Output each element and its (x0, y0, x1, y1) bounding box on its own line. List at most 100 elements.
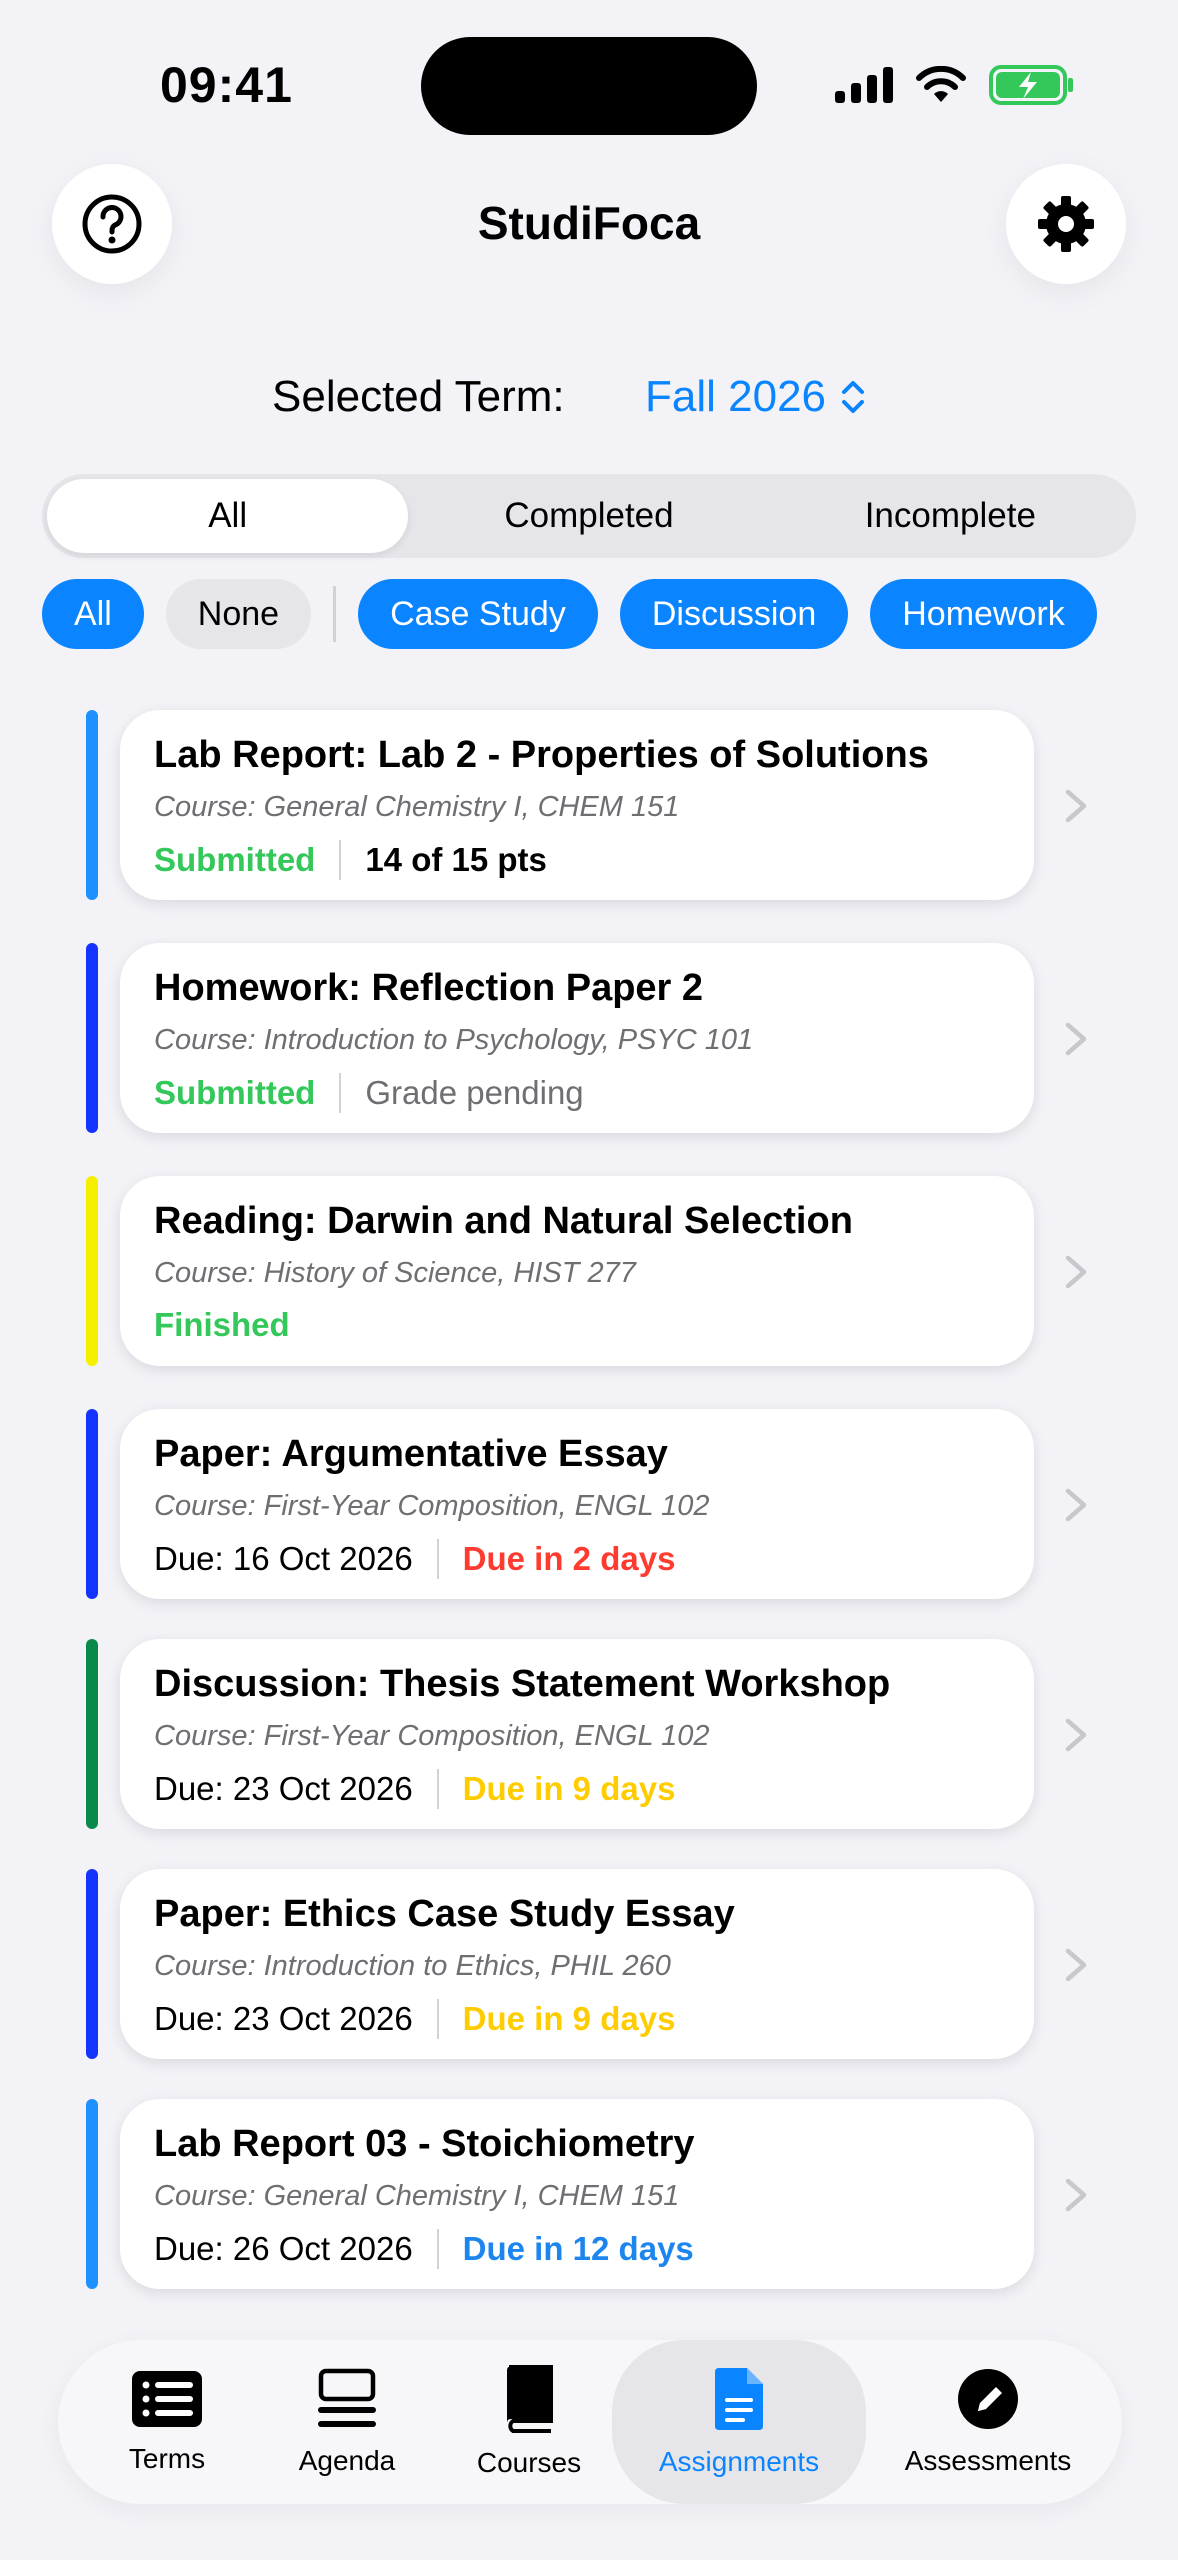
submission-status: Submitted (154, 1074, 316, 1111)
chip-discussion[interactable]: Discussion (619, 579, 849, 649)
due-date: Due: 23 Oct 2026 (154, 1770, 413, 1807)
assignment-course: Course: First-Year Composition, ENGL 102 (154, 1490, 710, 1522)
assignment-meta: Due: 23 Oct 2026 Due in 9 days (154, 1769, 1002, 1809)
grade-status: Grade pending (365, 1074, 584, 1111)
assignment-card[interactable]: Discussion: Thesis Statement Workshop Co… (120, 1639, 1034, 1829)
meta-divider (436, 2229, 439, 2269)
book-icon (507, 2365, 553, 2433)
gear-icon (1038, 196, 1094, 252)
assignment-course: Course: General Chemistry I, CHEM 151 (154, 791, 680, 823)
app-screen: 09:41 StudiFoca Selected Term: Fall 2026… (0, 0, 1178, 2560)
segment-all[interactable]: All (47, 479, 409, 553)
tab-label: Courses (476, 2447, 582, 2478)
tab-terms[interactable]: Terms (92, 2340, 242, 2504)
tab-label: Assignments (658, 2446, 820, 2477)
list-icon (132, 2371, 202, 2427)
dynamic-island (421, 37, 757, 135)
chip-case-study[interactable]: Case Study (358, 579, 598, 649)
due-date: Due: 26 Oct 2026 (154, 2230, 413, 2267)
segment-incomplete[interactable]: Incomplete (770, 479, 1131, 553)
course-color-stripe (86, 2099, 98, 2289)
chip-homework[interactable]: Homework (870, 579, 1097, 649)
assignment-row[interactable]: Paper: Argumentative Essay Course: First… (0, 1409, 1178, 1599)
tab-assignments[interactable]: Assignments (612, 2340, 866, 2504)
assignment-meta: Due: 26 Oct 2026 Due in 12 days (154, 2229, 1002, 2269)
chevron-right-icon (1065, 1948, 1087, 1982)
assignment-row[interactable]: Reading: Darwin and Natural Selection Co… (0, 1176, 1178, 1366)
tab-bar: Terms Agenda Courses Assignments Assessm… (58, 2340, 1122, 2504)
term-label: Selected Term: (272, 372, 565, 421)
status-time: 09:41 (160, 57, 293, 113)
chevron-up-down-icon (842, 381, 865, 413)
assignment-title: Homework: Reflection Paper 2 (154, 967, 704, 1009)
term-selector-row: Selected Term: Fall 2026 (0, 372, 1178, 432)
due-countdown: Due in 2 days (462, 1540, 676, 1577)
assignment-card[interactable]: Paper: Argumentative Essay Course: First… (120, 1409, 1034, 1599)
assignment-course: Course: General Chemistry I, CHEM 151 (154, 2180, 680, 2212)
assignment-title: Paper: Argumentative Essay (154, 1433, 668, 1475)
assignment-card[interactable]: Homework: Reflection Paper 2 Course: Int… (120, 943, 1034, 1133)
assignment-title: Reading: Darwin and Natural Selection (154, 1200, 853, 1242)
tab-label: Terms (128, 2443, 206, 2474)
term-picker[interactable]: Fall 2026 (645, 372, 866, 422)
chevron-right-icon (1065, 789, 1087, 823)
assignment-title: Lab Report 03 - Stoichiometry (154, 2123, 695, 2165)
assignment-course: Course: Introduction to Psychology, PSYC… (154, 1024, 754, 1056)
tab-agenda[interactable]: Agenda (272, 2340, 422, 2504)
chip-divider (333, 586, 337, 642)
status-icons (835, 62, 1075, 108)
status-bar: 09:41 (0, 0, 1178, 150)
term-value: Fall 2026 (645, 372, 827, 421)
assignment-row[interactable]: Paper: Ethics Case Study Essay Course: I… (0, 1869, 1178, 2059)
meta-divider (436, 1539, 439, 1579)
wifi-icon (916, 66, 966, 102)
assignment-row[interactable]: Lab Report 03 - Stoichiometry Course: Ge… (0, 2099, 1178, 2289)
meta-divider (339, 1073, 342, 1113)
meta-divider (339, 840, 342, 880)
course-color-stripe (86, 1176, 98, 1366)
assignment-course: Course: Introduction to Ethics, PHIL 260 (154, 1950, 671, 1982)
battery-charging-icon (989, 65, 1073, 105)
chevron-right-icon (1065, 1022, 1087, 1056)
assignment-title: Paper: Ethics Case Study Essay (154, 1893, 735, 1935)
assignment-card[interactable]: Paper: Ethics Case Study Essay Course: I… (120, 1869, 1034, 2059)
chevron-right-icon (1065, 1255, 1087, 1289)
due-countdown: Due in 9 days (462, 2000, 676, 2037)
assignment-title: Discussion: Thesis Statement Workshop (154, 1663, 891, 1705)
type-filter-chips: All None Case Study Discussion Homework (42, 579, 1119, 649)
due-countdown: Due in 12 days (462, 2230, 694, 2267)
assignment-meta: Due: 23 Oct 2026 Due in 9 days (154, 1999, 1002, 2039)
due-countdown: Due in 9 days (462, 1770, 676, 1807)
meta-divider (436, 1769, 439, 1809)
assignment-card[interactable]: Lab Report: Lab 2 - Properties of Soluti… (120, 710, 1034, 900)
course-color-stripe (86, 710, 98, 900)
tab-label: Assessments (904, 2445, 1072, 2476)
cellular-signal-icon (835, 67, 893, 103)
assignment-course: Course: History of Science, HIST 277 (154, 1257, 636, 1289)
due-date: Due: 23 Oct 2026 (154, 2000, 413, 2037)
chip-all[interactable]: All (42, 579, 144, 649)
assignment-row[interactable]: Homework: Reflection Paper 2 Course: Int… (0, 943, 1178, 1133)
submission-status: Submitted (154, 841, 316, 878)
segment-completed[interactable]: Completed (408, 479, 769, 553)
chevron-right-icon (1065, 1718, 1087, 1752)
course-color-stripe (86, 1639, 98, 1829)
tab-courses[interactable]: Courses (454, 2340, 604, 2504)
agenda-icon (318, 2368, 376, 2427)
assignment-row[interactable]: Lab Report: Lab 2 - Properties of Soluti… (0, 710, 1178, 900)
assignment-card[interactable]: Lab Report 03 - Stoichiometry Course: Ge… (120, 2099, 1034, 2289)
pencil-circle-icon (958, 2369, 1018, 2429)
tab-label: Agenda (298, 2445, 396, 2476)
settings-button[interactable] (1006, 164, 1126, 284)
course-color-stripe (86, 1409, 98, 1599)
document-icon (715, 2368, 763, 2430)
assignment-row[interactable]: Discussion: Thesis Statement Workshop Co… (0, 1639, 1178, 1829)
chip-none[interactable]: None (165, 579, 312, 649)
assignment-card[interactable]: Reading: Darwin and Natural Selection Co… (120, 1176, 1034, 1366)
assignment-course: Course: First-Year Composition, ENGL 102 (154, 1720, 710, 1752)
app-title: StudiFoca (477, 197, 701, 249)
tab-assessments[interactable]: Assessments (878, 2340, 1098, 2504)
assignment-meta: Due: 16 Oct 2026 Due in 2 days (154, 1539, 1002, 1579)
due-date: Due: 16 Oct 2026 (154, 1540, 413, 1577)
course-color-stripe (86, 1869, 98, 2059)
